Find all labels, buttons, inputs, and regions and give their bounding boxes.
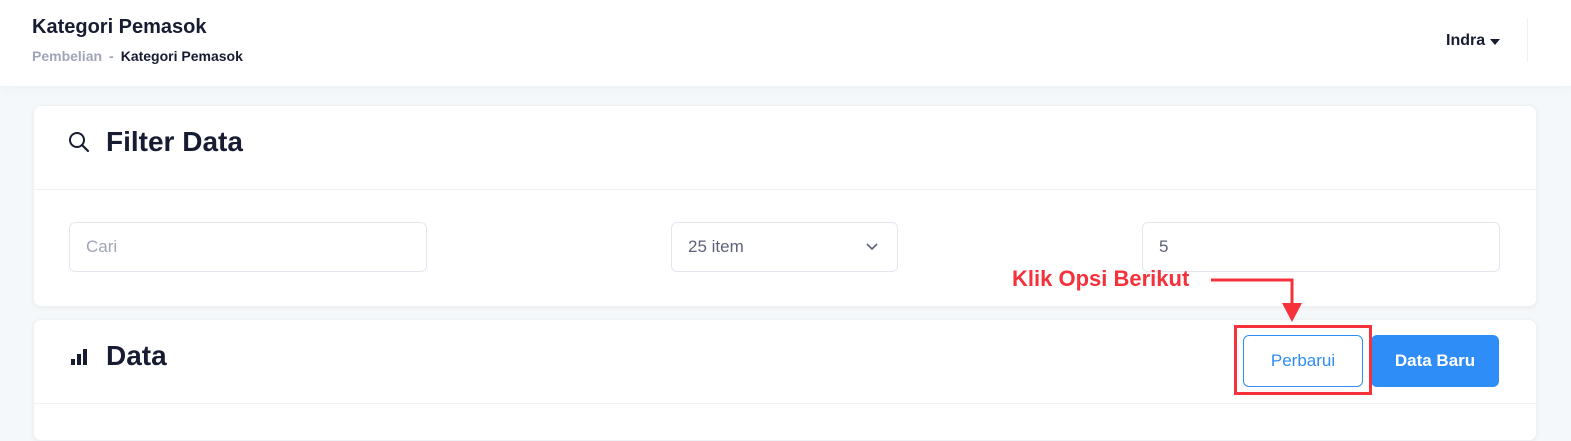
new-data-button[interactable]: Data Baru bbox=[1371, 335, 1499, 387]
refresh-button[interactable]: Perbarui bbox=[1243, 335, 1363, 387]
bar-chart-icon bbox=[71, 349, 87, 365]
per-page-value: 25 item bbox=[688, 237, 744, 256]
filter-title-text: Filter Data bbox=[106, 126, 243, 157]
data-title-text: Data bbox=[106, 340, 167, 371]
page-number-input[interactable]: 5 bbox=[1142, 222, 1500, 272]
search-input[interactable]: Cari bbox=[69, 222, 427, 272]
user-name[interactable]: Indra bbox=[1446, 32, 1485, 50]
filter-card: Filter Data Cari 25 item 5 bbox=[33, 105, 1537, 307]
header-divider bbox=[1527, 18, 1528, 62]
card-divider bbox=[34, 189, 1536, 190]
filter-card-title: Filter Data bbox=[67, 126, 243, 158]
data-card-title: Data bbox=[67, 340, 167, 372]
card-divider bbox=[34, 403, 1536, 404]
breadcrumb: Pembelian - Kategori Pemasok bbox=[32, 48, 243, 64]
per-page-select[interactable]: 25 item bbox=[671, 222, 898, 272]
annotation-arrow-icon bbox=[1211, 278, 1302, 322]
chevron-down-icon bbox=[866, 243, 878, 251]
annotation-label: Klik Opsi Berikut bbox=[1012, 266, 1190, 291]
search-placeholder: Cari bbox=[86, 237, 118, 256]
search-icon bbox=[69, 132, 90, 153]
breadcrumb-separator: - bbox=[109, 48, 114, 64]
page-number-value: 5 bbox=[1159, 237, 1169, 256]
breadcrumb-parent[interactable]: Pembelian bbox=[32, 48, 102, 64]
caret-down-icon[interactable] bbox=[1490, 38, 1501, 45]
top-header: Kategori Pemasok Pembelian - Kategori Pema… bbox=[0, 0, 1571, 86]
page-title: Kategori Pemasok bbox=[32, 16, 207, 38]
breadcrumb-current: Kategori Pemasok bbox=[120, 48, 243, 64]
user-menu[interactable]: Indra bbox=[1446, 32, 1501, 50]
